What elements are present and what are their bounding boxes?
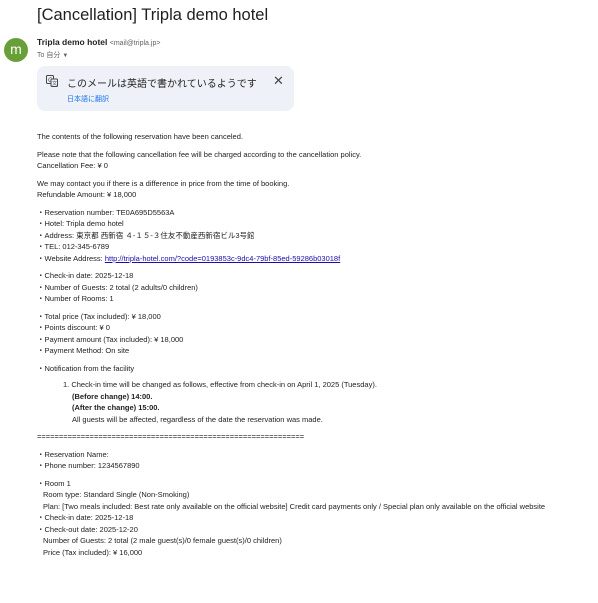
room-count: ・Number of Rooms: 1: [37, 294, 114, 303]
reservation-number: ・Reservation number: TE0A695D5563A: [37, 207, 175, 217]
hotel-tel: ・TEL: 012-345-6789: [37, 242, 110, 251]
room-checkin: ・Check-in date: 2025-12-18: [37, 513, 134, 522]
intro-text: The contents of the following reservatio…: [37, 132, 243, 141]
room-heading: ・Room 1: [37, 478, 71, 488]
translate-link[interactable]: 日本語に翻訳: [67, 94, 109, 104]
contact-note: We may contact you if there is a differe…: [37, 178, 290, 188]
notice-item: 1. Check-in time will be changed as foll…: [63, 380, 377, 389]
points-discount: ・Points discount: ¥ 0: [37, 323, 110, 332]
checkin-date: ・Check-in date: 2025-12-18: [37, 271, 134, 280]
room-checkout: ・Check-out date: 2025-12-20: [37, 524, 138, 534]
svg-text:文: 文: [52, 80, 57, 87]
room-plan: Plan: [Two meals included: Best rate onl…: [43, 501, 546, 511]
chevron-down-icon[interactable]: ▼: [62, 53, 68, 59]
room-price: Price (Tax included): ¥ 16,000: [43, 547, 143, 557]
notice-all-guests: All guests will be affected, regardless …: [72, 414, 323, 424]
sender-email: <mail@tripla.jp>: [109, 40, 161, 47]
sender-avatar[interactable]: m: [4, 38, 28, 62]
room-guests: Number of Guests: 2 total (2 male guest(…: [43, 536, 282, 545]
payment-method: ・Payment Method: On site: [37, 346, 130, 355]
payment-amount: ・Payment amount (Tax included): ¥ 18,000: [37, 334, 184, 344]
reservation-name: ・Reservation Name:: [37, 449, 109, 459]
email-body: The contents of the following reservatio…: [37, 131, 597, 558]
hotel-address: ・Address: 東京都 西新宿 ４-１５-３住友不動産西新宿ビル3号館: [37, 230, 255, 240]
website-line: ・Website Address: http://tripla-hotel.co…: [37, 253, 597, 265]
separator-line: ========================================…: [37, 432, 305, 441]
translate-icon: G 文: [46, 75, 58, 87]
hotel-name: ・Hotel: Tripla demo hotel: [37, 219, 124, 228]
room-type: Room type: Standard Single (Non-Smoking): [43, 490, 190, 499]
sender-name[interactable]: Tripla demo hotel: [37, 37, 107, 47]
website-label: ・Website Address:: [37, 253, 105, 263]
sender-line: Tripla demo hotel <mail@tripla.jp>: [37, 37, 160, 47]
guest-count: ・Number of Guests: 2 total (2 adults/0 c…: [37, 282, 198, 292]
total-price: ・Total price (Tax included): ¥ 18,000: [37, 311, 161, 321]
translate-banner: G 文 このメールは英語で書かれているようです ✕ 日本語に翻訳: [37, 66, 294, 111]
phone-number: ・Phone number: 1234567890: [37, 461, 140, 470]
notification-title: ・Notification from the facility: [37, 363, 135, 373]
refundable-amount: Refundable Amount: ¥ 18,000: [37, 190, 137, 199]
email-subject: [Cancellation] Tripla demo hotel: [37, 6, 269, 24]
website-link[interactable]: http://tripla-hotel.com/?code=0193853c-9…: [105, 254, 340, 263]
notice-after: (After the change) 15:00.: [72, 403, 160, 412]
cancellation-fee: Cancellation Fee: ¥ 0: [37, 161, 108, 170]
translate-message: このメールは英語で書かれているようです: [67, 79, 257, 90]
notice-before: (Before change) 14:00.: [72, 391, 153, 401]
recipient-label: To 自分: [37, 52, 61, 59]
close-icon[interactable]: ✕: [273, 73, 284, 89]
recipient-line[interactable]: To 自分 ▼: [37, 50, 68, 60]
fee-note: Please note that the following cancellat…: [37, 149, 362, 159]
